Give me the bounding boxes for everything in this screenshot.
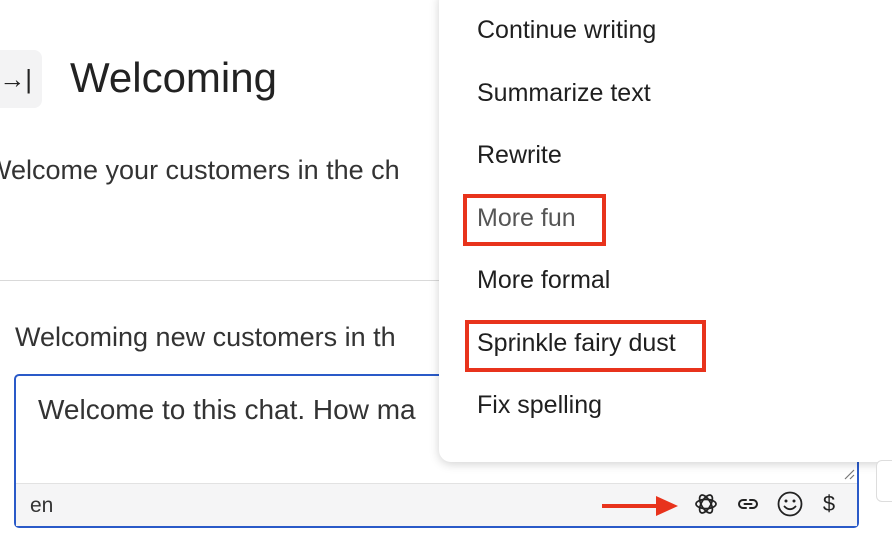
language-indicator[interactable]: en — [30, 494, 53, 518]
collapse-sidebar-button[interactable]: →| — [0, 50, 42, 108]
divider — [0, 280, 440, 281]
smiley-icon — [777, 491, 803, 517]
field-label: Welcoming new customers in th — [15, 322, 396, 352]
page-description: Welcome your customers in the ch — [0, 155, 400, 185]
resize-grip-icon[interactable] — [843, 468, 855, 480]
highlight-box-more-fun — [463, 194, 606, 246]
menu-item-continue-writing[interactable]: Continue writing — [477, 16, 656, 45]
editor-toolbar: en $ — [16, 469, 857, 526]
editor-text[interactable]: Welcome to this chat. How ma — [38, 394, 416, 426]
emoji-button[interactable] — [774, 488, 806, 520]
menu-item-fix-spelling[interactable]: Fix spelling — [477, 391, 602, 420]
collapse-icon: →| — [0, 63, 32, 94]
dollar-label: $ — [822, 491, 836, 516]
openai-icon — [695, 494, 717, 514]
ai-assist-button[interactable] — [690, 488, 722, 520]
page-title: Welcoming — [70, 54, 277, 101]
menu-item-more-formal[interactable]: More formal — [477, 266, 610, 295]
red-arrow-icon — [602, 496, 678, 516]
highlight-box-sprinkle-fairy-dust — [465, 320, 706, 372]
link-icon — [738, 499, 758, 509]
insert-variable-button[interactable]: $ — [813, 488, 845, 520]
insert-link-button[interactable] — [732, 488, 764, 520]
side-panel-edge — [876, 460, 892, 502]
menu-item-summarize-text[interactable]: Summarize text — [477, 79, 651, 108]
menu-item-rewrite[interactable]: Rewrite — [477, 141, 562, 170]
